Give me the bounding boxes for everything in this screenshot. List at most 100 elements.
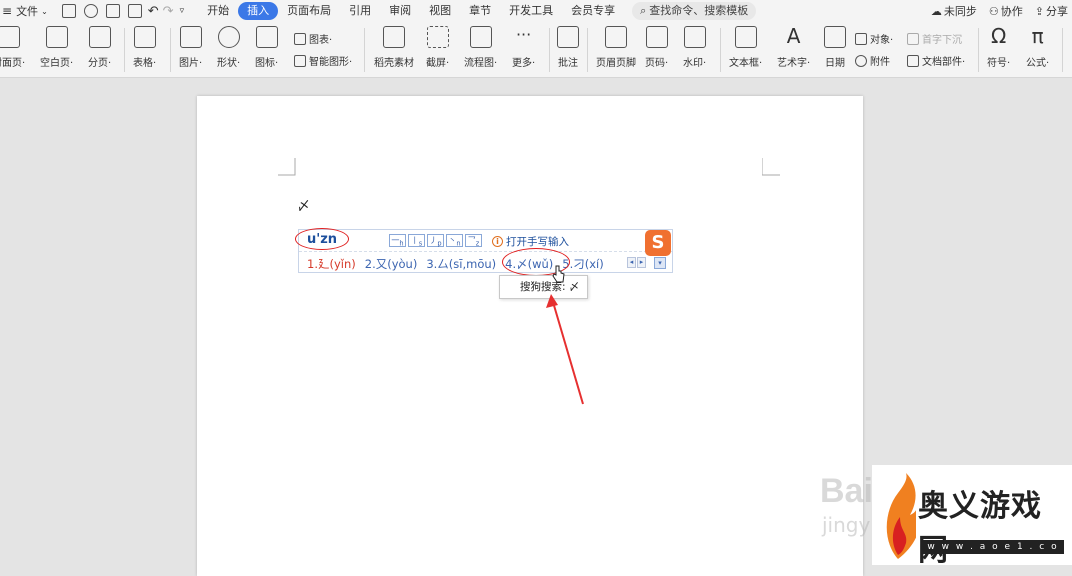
more-quick-icon[interactable]: ▿ [180,0,185,22]
paperclip-icon [855,54,867,67]
tab-view[interactable]: 视图 [420,2,460,20]
calendar-icon [824,26,846,48]
doc-parts-label: 文档部件· [922,57,966,68]
print-preview-icon[interactable] [127,4,142,18]
comment-button[interactable]: 批注 [557,26,579,69]
handwrite-button[interactable]: i 打开手写输入 [492,234,569,249]
pi-icon: π [1031,24,1044,48]
sync-button[interactable]: ☁ 未同步 [931,3,977,19]
tab-member[interactable]: 会员专享 [562,2,624,20]
symbol-button[interactable]: Ω 符号· [987,26,1010,69]
ribbon-label: 表格· [133,58,157,69]
tab-insert[interactable]: 插入 [238,2,279,20]
stroke-button-dian[interactable]: 丶n [446,234,463,248]
tab-references[interactable]: 引用 [340,2,380,20]
doc-parts-icon [907,54,919,67]
dropcap-button[interactable]: 首字下沉 [907,31,962,46]
file-menu[interactable]: ≡ 文件 ⌄ [2,0,48,22]
next-page-icon[interactable]: ▸ [637,257,646,268]
picture-button[interactable]: 图片· [179,26,202,69]
stroke-button-shu[interactable]: 丨s [408,234,425,248]
table-button[interactable]: 表格· [133,26,156,69]
redo-icon[interactable]: ↷ [163,0,174,22]
cover-page-button[interactable]: 封面页· [0,26,25,69]
attachment-button[interactable]: 附件 [855,53,890,68]
ribbon-tabs: 开始 插入 页面布局 引用 审阅 视图 章节 开发工具 会员专享 [198,0,624,22]
watermark-button[interactable]: 水印· [683,26,706,69]
stroke-button-heng[interactable]: 一h [389,234,406,248]
command-search[interactable]: ⌕ 查找命令、搜索模板 [632,2,757,20]
stroke-button-zhe[interactable]: 乛z [465,234,482,248]
ribbon-label: 艺术字· [777,58,811,69]
watermark-icon [683,26,706,48]
table-icon [133,26,156,48]
date-button[interactable]: 日期 [824,26,846,69]
separator [720,28,721,72]
smart-shape-button[interactable]: 智能图形· [294,53,352,68]
tab-section[interactable]: 章节 [460,2,500,20]
header-footer-button[interactable]: 页眉页脚 [596,26,636,69]
share-button[interactable]: ⇪ 分享 [1035,3,1068,19]
separator [587,28,588,72]
prev-page-icon[interactable]: ◂ [627,257,636,268]
object-label: 对象· [870,35,894,46]
page-break-button[interactable]: 分页· [88,26,111,69]
formula-button[interactable]: π 公式· [1026,26,1049,69]
shape-button[interactable]: 形状· [217,26,240,69]
save-icon[interactable] [61,4,76,18]
baidu-watermark: Bai [820,472,873,510]
candidate-item[interactable]: 1.廴(yǐn) [307,256,356,272]
tab-developer[interactable]: 开发工具 [500,2,562,20]
document-page[interactable]: 〆 [197,96,863,576]
wordart-button[interactable]: A 艺术字· [777,26,810,69]
chart-label: 图表· [309,35,333,46]
crop-mark-top-right [762,158,780,176]
tab-page-layout[interactable]: 页面布局 [278,2,340,20]
file-menu-label: 文件 [16,5,39,18]
candidate-item[interactable]: 3.厶(sī,mōu) [426,256,496,272]
share-icon: ⇪ [1034,4,1044,18]
page-break-icon [88,26,111,48]
more-dots-icon: ··· [515,25,532,44]
chart-button[interactable]: 图表· [294,31,332,46]
highlight-oval-composition [295,228,349,250]
ribbon-label: 图标· [255,58,279,69]
omega-icon: Ω [990,24,1007,48]
separator [170,28,171,72]
baidu-watermark-sub: jingy [822,513,871,537]
tab-home[interactable]: 开始 [198,2,238,20]
icon-button[interactable]: 图标· [255,26,278,69]
tab-review[interactable]: 审阅 [380,2,420,20]
ribbon-label: 流程图· [464,58,498,69]
more-button[interactable]: ··· 更多· [512,25,535,70]
page-number-button[interactable]: 页码· [645,26,668,69]
dropcap-label: 首字下沉 [922,35,962,46]
object-button[interactable]: 对象· [855,31,893,46]
textbox-button[interactable]: 文本框· [729,26,762,69]
collab-button[interactable]: ⚇ 协作 [989,3,1023,19]
stroke-button-pie[interactable]: 丿p [427,234,444,248]
sogou-logo-icon: S [645,230,671,256]
undo-icon[interactable]: ↶ [148,0,159,22]
print-icon[interactable] [105,4,120,18]
docer-material-icon [383,26,405,48]
attachment-label: 附件 [870,57,890,68]
sync-label: 未同步 [943,5,977,18]
candidate-pager: ◂ ▸ [627,257,646,268]
crop-mark-top-left [278,158,296,176]
ribbon-label: 页眉页脚 [596,58,636,69]
header-footer-icon [605,26,627,48]
cloud-icon: ☁ [930,4,942,18]
candidate-item[interactable]: 2.又(yòu) [365,256,418,272]
flowchart-button[interactable]: 流程图· [464,26,497,69]
screenshot-button[interactable]: 截屏· [426,26,449,69]
ribbon-label: 公式· [1026,58,1050,69]
smart-shape-label: 智能图形· [309,57,353,68]
doc-parts-button[interactable]: 文档部件· [907,53,965,68]
docer-material-button[interactable]: 稻壳素材 [374,26,414,69]
ribbon-label: 截屏· [426,58,450,69]
expand-candidates-icon[interactable]: ▾ [654,257,666,269]
ribbon-label: 水印· [683,58,707,69]
format-painter-icon[interactable] [83,4,98,18]
blank-page-button[interactable]: 空白页· [40,26,73,69]
